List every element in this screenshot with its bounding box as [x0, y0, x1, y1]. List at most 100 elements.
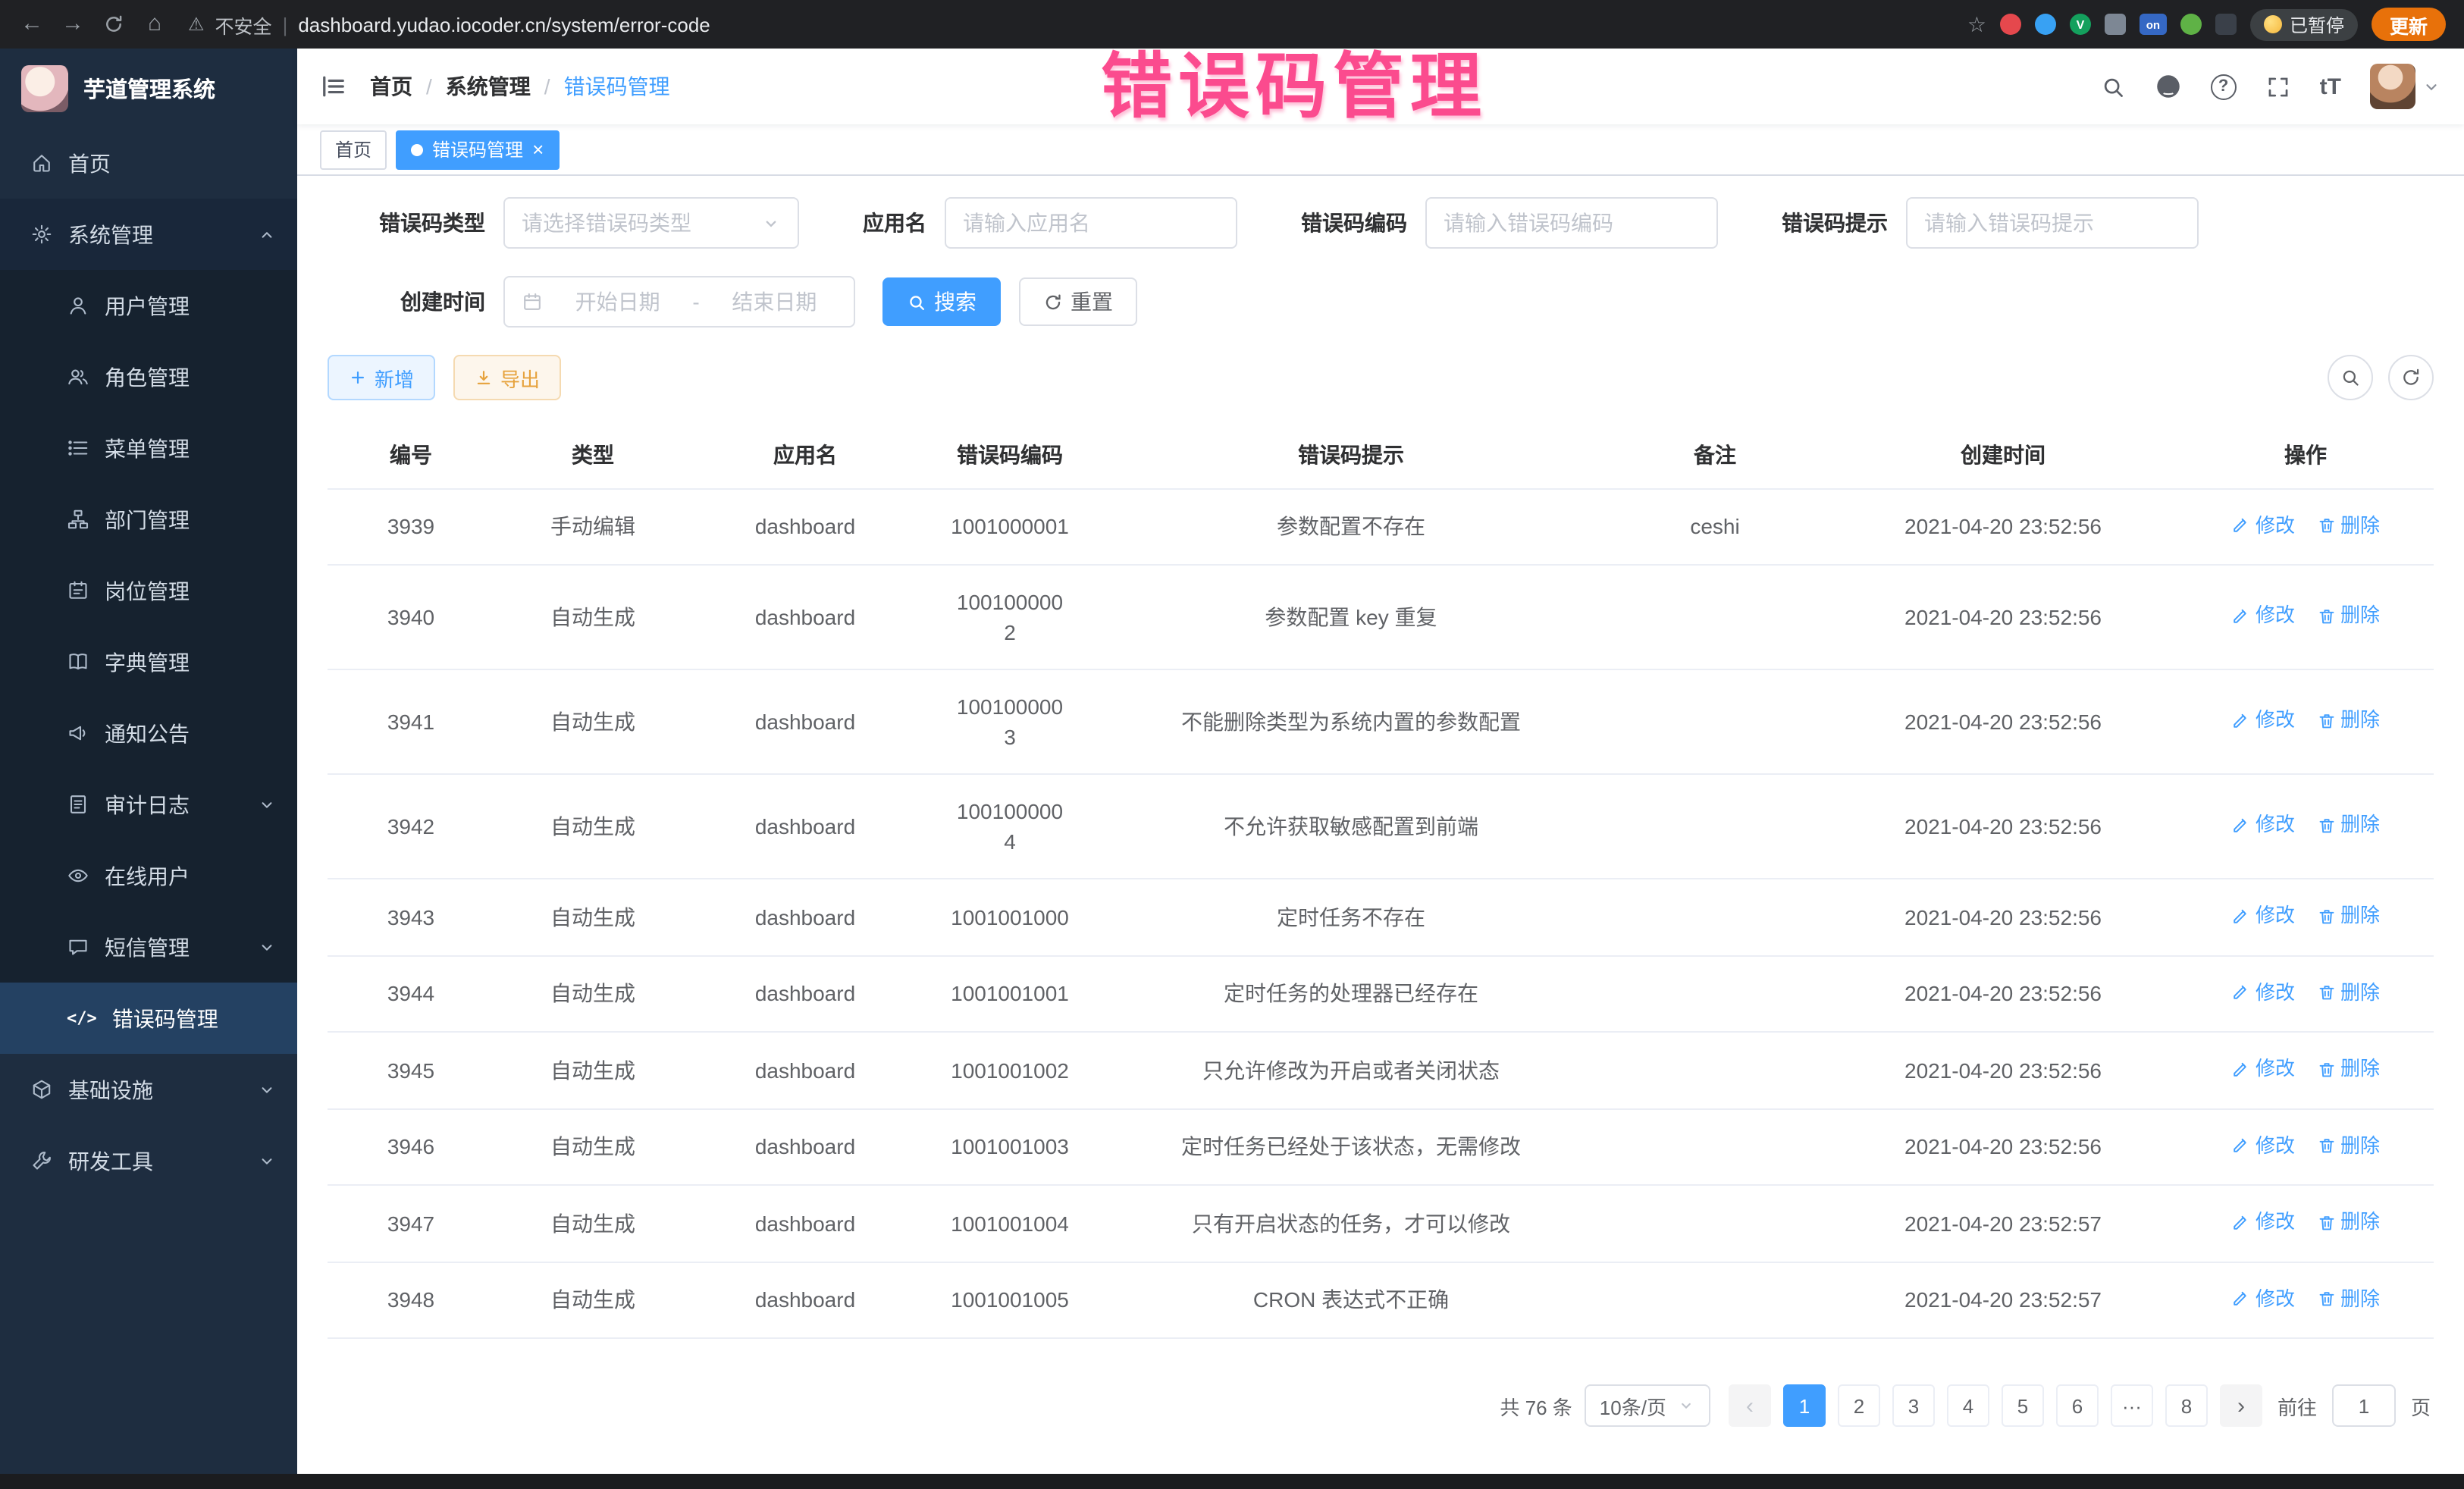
ext-green-icon[interactable]: V	[2070, 14, 2091, 35]
sidebar-item[interactable]: 系统管理	[0, 199, 297, 270]
sidebar-item[interactable]: </>错误码管理	[0, 983, 297, 1054]
edit-button[interactable]: 修改	[2231, 1207, 2295, 1237]
export-button[interactable]: 导出	[453, 355, 561, 400]
close-icon[interactable]: ×	[532, 139, 544, 159]
sidebar-item[interactable]: 菜单管理	[0, 412, 297, 484]
edit-button[interactable]: 修改	[2231, 901, 2295, 931]
sidebar-item[interactable]: 通知公告	[0, 697, 297, 769]
delete-icon	[2316, 906, 2336, 926]
delete-button[interactable]: 删除	[2316, 1284, 2380, 1314]
font-size-icon[interactable]	[2320, 74, 2341, 99]
edit-button[interactable]: 修改	[2231, 977, 2295, 1008]
search-button[interactable]: 搜索	[882, 277, 1001, 326]
pagination: 共 76 条 10条/页 ‹ 123456···8 › 前往 页	[328, 1384, 2434, 1427]
sidebar-item[interactable]: 字典管理	[0, 626, 297, 697]
delete-icon	[2316, 816, 2336, 835]
address-bar[interactable]: ⚠ 不安全 | dashboard.yudao.iocoder.cn/syste…	[188, 10, 710, 39]
update-button[interactable]: 更新	[2372, 8, 2446, 41]
chevron-down-icon	[258, 795, 276, 813]
search-button-label: 搜索	[934, 287, 977, 317]
sidebar-item[interactable]: 基础设施	[0, 1054, 297, 1125]
next-page-button[interactable]: ›	[2220, 1384, 2262, 1427]
goto-page-input[interactable]	[2332, 1384, 2396, 1427]
app-logo[interactable]: 芋道管理系统	[0, 49, 297, 127]
search-icon[interactable]	[2100, 74, 2126, 99]
breadcrumb-item[interactable]: 系统管理	[446, 71, 531, 102]
edit-button[interactable]: 修改	[2231, 510, 2295, 541]
fullscreen-icon[interactable]	[2265, 74, 2291, 99]
prev-page-button[interactable]: ‹	[1729, 1384, 1771, 1427]
sidebar-item-label: 字典管理	[105, 647, 276, 677]
page-number-button[interactable]: 6	[2056, 1384, 2099, 1427]
sidebar-item[interactable]: 部门管理	[0, 484, 297, 555]
refresh-icon	[2400, 367, 2422, 388]
delete-button[interactable]: 删除	[2316, 901, 2380, 931]
browser-reload-button[interactable]	[100, 14, 127, 35]
page-number-button[interactable]: 3	[1892, 1384, 1935, 1427]
delete-button[interactable]: 删除	[2316, 1130, 2380, 1161]
app-name-input[interactable]	[945, 197, 1237, 249]
date-range-picker[interactable]: 开始日期 - 结束日期	[503, 276, 855, 328]
delete-button[interactable]: 删除	[2316, 977, 2380, 1008]
page-list: 123456 ··· 8	[1783, 1384, 2208, 1427]
edit-button[interactable]: 修改	[2231, 1284, 2295, 1314]
toggle-search-button[interactable]	[2328, 355, 2373, 400]
reset-button[interactable]: 重置	[1019, 277, 1137, 326]
page-number-button[interactable]: 1	[1783, 1384, 1826, 1427]
page-number-button[interactable]: 5	[2002, 1384, 2044, 1427]
ext-grid-icon[interactable]	[2105, 14, 2126, 35]
browser-forward-button[interactable]: →	[59, 0, 86, 49]
edit-button[interactable]: 修改	[2231, 1130, 2295, 1161]
paused-badge[interactable]: 已暂停	[2250, 8, 2358, 40]
tab-active[interactable]: 错误码管理×	[396, 130, 559, 169]
refresh-table-button[interactable]	[2388, 355, 2434, 400]
breadcrumb-item[interactable]: 错误码管理	[564, 71, 670, 102]
github-icon[interactable]	[2155, 73, 2182, 100]
sidebar-item[interactable]: 研发工具	[0, 1125, 297, 1196]
edit-button[interactable]: 修改	[2231, 706, 2295, 736]
delete-button[interactable]: 删除	[2316, 1207, 2380, 1237]
total-count: 共 76 条	[1500, 1391, 1572, 1420]
sidebar-item[interactable]: 审计日志	[0, 769, 297, 840]
edit-button[interactable]: 修改	[2231, 601, 2295, 632]
error-hint-input[interactable]	[1906, 197, 2199, 249]
delete-icon	[2316, 516, 2336, 535]
ext-red-icon[interactable]	[2000, 14, 2021, 35]
sidebar-collapse-button[interactable]	[297, 49, 370, 124]
sidebar-item[interactable]: 首页	[0, 127, 297, 199]
filter-app-label: 应用名	[863, 208, 926, 238]
error-code-input[interactable]	[1425, 197, 1718, 249]
ext-on-badge[interactable]: on	[2140, 14, 2167, 35]
delete-button[interactable]: 删除	[2316, 810, 2380, 841]
page-number-button[interactable]: 2	[1838, 1384, 1880, 1427]
delete-button[interactable]: 删除	[2316, 601, 2380, 632]
sidebar-item[interactable]: 用户管理	[0, 270, 297, 341]
ext-blue-icon[interactable]	[2035, 14, 2056, 35]
ext-leaf-icon[interactable]	[2180, 14, 2202, 35]
delete-button[interactable]: 删除	[2316, 1054, 2380, 1084]
browser-back-button[interactable]: ←	[18, 0, 45, 49]
page-number-button[interactable]: 8	[2165, 1384, 2208, 1427]
delete-button[interactable]: 删除	[2316, 706, 2380, 736]
sidebar-item[interactable]: 短信管理	[0, 911, 297, 983]
breadcrumb-item[interactable]: 首页	[370, 71, 412, 102]
browser-home-button[interactable]: ⌂	[141, 0, 168, 49]
more-pages-button[interactable]: ···	[2111, 1384, 2153, 1427]
filter-form: 错误码类型 请选择错误码类型 应用名 错误码编码 错误码提示 创建时间	[328, 197, 2434, 328]
extensions-menu-icon[interactable]	[2215, 14, 2237, 35]
add-button[interactable]: 新增	[328, 355, 435, 400]
sidebar-item[interactable]: 岗位管理	[0, 555, 297, 626]
user-menu[interactable]	[2370, 64, 2440, 109]
bookmark-star-icon[interactable]: ☆	[1967, 11, 1986, 37]
delete-button[interactable]: 删除	[2316, 510, 2380, 541]
page-size-select[interactable]: 10条/页	[1585, 1384, 1710, 1427]
tab-item[interactable]: 首页	[320, 130, 387, 169]
help-icon[interactable]	[2211, 74, 2237, 99]
edit-button[interactable]: 修改	[2231, 810, 2295, 841]
page-number-button[interactable]: 4	[1947, 1384, 1989, 1427]
chevron-down-icon	[2423, 78, 2440, 95]
edit-button[interactable]: 修改	[2231, 1054, 2295, 1084]
sidebar-item[interactable]: 角色管理	[0, 341, 297, 412]
error-type-select[interactable]: 请选择错误码类型	[503, 197, 799, 249]
sidebar-item[interactable]: 在线用户	[0, 840, 297, 911]
